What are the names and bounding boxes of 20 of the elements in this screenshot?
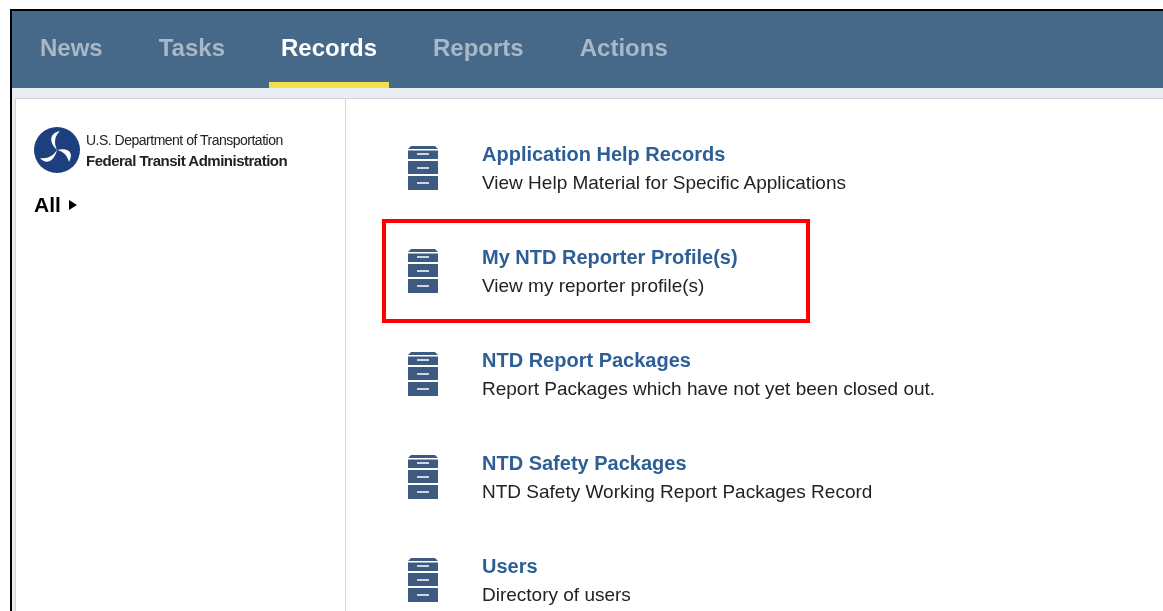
record-link[interactable]: NTD Report Packages <box>482 345 936 375</box>
file-cabinet-icon <box>406 558 440 602</box>
file-cabinet-icon <box>406 352 440 396</box>
logo-icon <box>34 127 80 173</box>
file-cabinet-icon <box>406 455 440 499</box>
record-link[interactable]: Users <box>482 551 631 581</box>
record-description: Directory of users <box>482 583 631 607</box>
file-cabinet-icon <box>406 146 440 190</box>
record-description: View my reporter profile(s) <box>482 274 706 298</box>
record-link[interactable]: NTD Safety Packages <box>482 448 873 478</box>
record-link[interactable]: Application Help Records <box>482 139 846 169</box>
record-description: View Help Material for Specific Applications <box>482 171 846 195</box>
logo-text: Federal Transit Administration <box>86 151 288 171</box>
record-link[interactable]: My NTD Reporter Profile(s) <box>482 242 738 272</box>
caret-icon <box>68 199 77 210</box>
file-cabinet-icon <box>406 249 440 293</box>
logo-text: U.S. Department of Transportation <box>86 131 284 150</box>
record-description: Report Packages which have not yet been closed out. <box>482 377 936 401</box>
record-description: NTD Safety Working Report Packages Record <box>482 480 873 504</box>
filter-menu-button[interactable]: All <box>34 189 77 221</box>
